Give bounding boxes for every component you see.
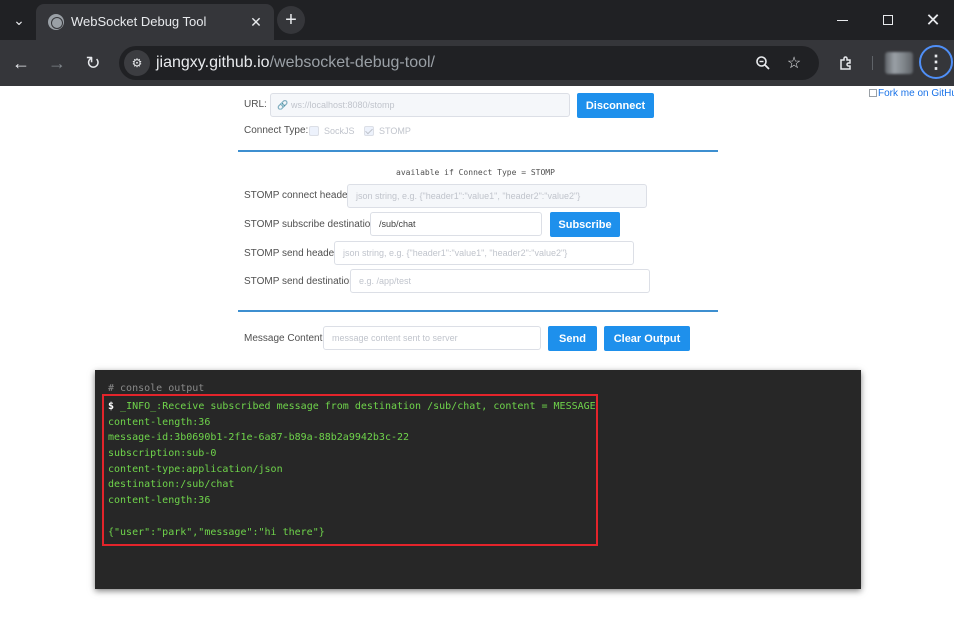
page-content: Fork me on GitHub URL: 🔗 ws://localhost:… <box>0 86 954 623</box>
stomp-label: STOMP <box>379 126 411 136</box>
stomp-hint: available if Connect Type = STOMP <box>396 168 555 177</box>
log-line-8: {"user":"park","message":"hi there"} <box>108 527 325 538</box>
subscribe-destination-input[interactable]: /sub/chat <box>370 212 542 236</box>
link-icon: 🔗 <box>277 100 289 110</box>
fork-me-link[interactable]: Fork me on GitHub <box>869 88 954 99</box>
url-text[interactable]: jiangxy.github.io/websocket-debug-tool/ <box>156 54 435 72</box>
clear-output-button[interactable]: Clear Output <box>604 326 690 351</box>
zoom-icon[interactable] <box>752 52 774 74</box>
minimize-button[interactable] <box>827 6 857 34</box>
stomp-checkbox[interactable]: STOMP <box>364 126 411 136</box>
bookmark-star-icon[interactable]: ☆ <box>783 52 805 74</box>
log-line-0: $ _INFO_:Receive subscribed message from… <box>108 401 596 412</box>
forward-arrow-icon[interactable]: → <box>43 49 71 77</box>
url-value: ws://localhost:8080/stomp <box>291 100 395 110</box>
sockjs-checkbox[interactable]: SockJS <box>309 126 355 136</box>
sockjs-label: SockJS <box>324 126 355 136</box>
connect-header-label: STOMP connect header: <box>244 190 354 201</box>
subscribe-destination-label: STOMP subscribe destination: <box>244 219 379 230</box>
site-info-icon[interactable]: ⚙ <box>124 50 150 76</box>
console-output-panel: # console output $ _INFO_:Receive subscr… <box>95 370 861 589</box>
url-label: URL: <box>244 99 267 110</box>
connect-type-label: Connect Type: <box>244 125 309 136</box>
section-divider-2 <box>238 310 718 312</box>
broken-image-icon <box>869 89 877 98</box>
send-button[interactable]: Send <box>548 326 597 351</box>
tab-title: WebSocket Debug Tool <box>71 14 207 29</box>
new-tab-button[interactable]: + <box>277 6 305 34</box>
log-line-5: destination:/sub/chat <box>108 479 235 490</box>
subscribe-button[interactable]: Subscribe <box>550 212 620 237</box>
disconnect-button[interactable]: Disconnect <box>577 93 654 118</box>
section-divider <box>238 150 718 152</box>
send-destination-label: STOMP send destination: <box>244 276 358 287</box>
close-tab-icon[interactable]: ✕ <box>246 12 266 32</box>
console-title: # console output <box>108 383 205 394</box>
globe-icon <box>48 14 64 30</box>
send-header-input[interactable]: json string, e.g. {"header1":"value1", "… <box>334 241 634 265</box>
log-text: _INFO_:Receive subscribed message from d… <box>114 401 596 412</box>
maximize-button[interactable] <box>873 6 903 34</box>
url-path: /websocket-debug-tool/ <box>269 54 435 71</box>
browser-menu-kebab-icon[interactable]: ⋮ <box>919 45 953 79</box>
message-content-label: Message Content: <box>244 333 326 344</box>
tab-websocket-debug-tool[interactable]: WebSocket Debug Tool ✕ <box>36 4 274 40</box>
log-line-4: content-type:application/json <box>108 464 283 475</box>
log-line-2: message-id:3b0690b1-2f1e-6a87-b89a-88b2a… <box>108 432 410 443</box>
url-input[interactable]: 🔗 ws://localhost:8080/stomp <box>270 93 570 117</box>
toolbar-separator <box>872 56 873 70</box>
log-line-6: content-length:36 <box>108 495 211 506</box>
extensions-puzzle-icon[interactable] <box>833 50 859 76</box>
fork-me-text: Fork me on GitHub <box>878 88 954 99</box>
stomp-checkbox-box[interactable] <box>364 126 374 136</box>
back-arrow-icon[interactable]: ← <box>7 49 35 77</box>
profile-avatar[interactable] <box>885 52 913 74</box>
send-header-label: STOMP send header: <box>244 248 341 259</box>
sockjs-checkbox-box[interactable] <box>309 126 319 136</box>
tab-bar: ⌄ WebSocket Debug Tool ✕ + ✕ <box>0 0 954 40</box>
address-bar[interactable]: ⚙ jiangxy.github.io/websocket-debug-tool… <box>119 46 819 80</box>
reload-icon[interactable]: ↻ <box>79 49 107 77</box>
log-line-1: content-length:36 <box>108 417 211 428</box>
send-destination-input[interactable]: e.g. /app/test <box>350 269 650 293</box>
browser-toolbar: ← → ↻ ⚙ jiangxy.github.io/websocket-debu… <box>0 40 954 86</box>
tab-search-chevron-icon[interactable]: ⌄ <box>4 6 34 34</box>
message-content-input[interactable]: message content sent to server <box>323 326 541 350</box>
log-line-3: subscription:sub-0 <box>108 448 217 459</box>
connect-header-input[interactable]: json string, e.g. {"header1":"value1", "… <box>347 184 647 208</box>
close-window-button[interactable]: ✕ <box>918 6 948 34</box>
url-host: jiangxy.github.io <box>156 54 270 71</box>
